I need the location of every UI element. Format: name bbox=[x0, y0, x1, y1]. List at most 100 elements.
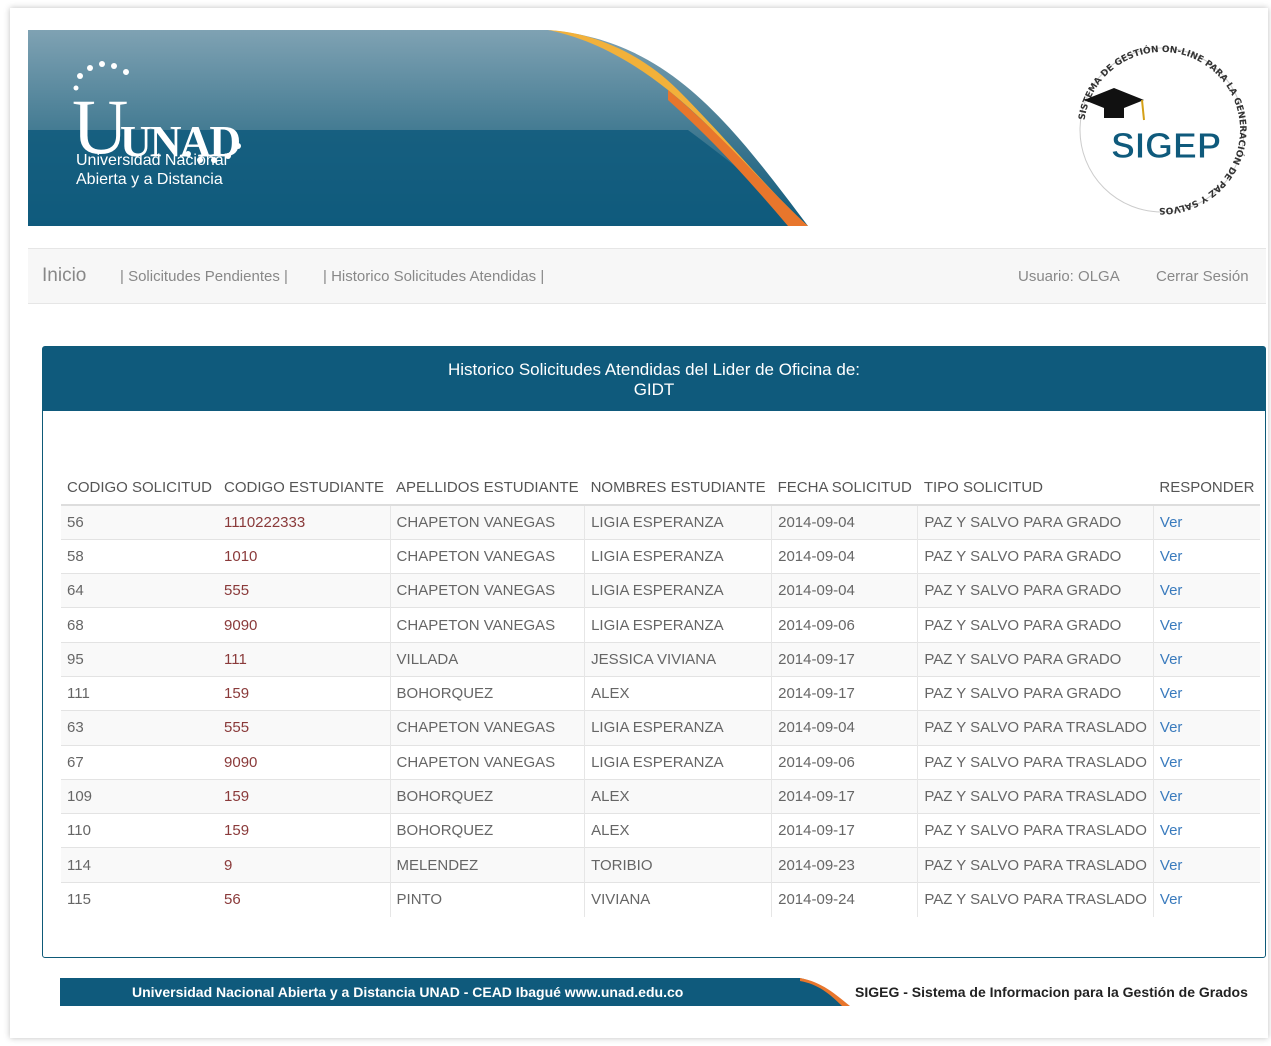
footer-right-text: SIGEG - Sistema de Informacion para la G… bbox=[855, 980, 1248, 1004]
cell-nombres: ALEX bbox=[584, 675, 772, 711]
main-nav: Inicio | Solicitudes Pendientes | | Hist… bbox=[28, 248, 1266, 304]
cell-codigo-solicitud: 111 bbox=[61, 675, 219, 711]
cell-responder[interactable]: Ver bbox=[1152, 813, 1261, 848]
cell-codigo-solicitud: 58 bbox=[61, 538, 219, 574]
cell-nombres: LIGIA ESPERANZA bbox=[584, 504, 772, 540]
cell-fecha: 2014-09-17 bbox=[771, 641, 918, 677]
panel-header: Historico Solicitudes Atendidas del Lide… bbox=[43, 347, 1265, 411]
header-codigo-solicitud: CODIGO SOLICITUD bbox=[61, 471, 219, 506]
cell-nombres: ALEX bbox=[584, 778, 772, 814]
cell-apellidos: CHAPETON VANEGAS bbox=[389, 538, 585, 574]
cell-fecha: 2014-09-24 bbox=[771, 881, 918, 917]
header-fecha: FECHA SOLICITUD bbox=[771, 471, 918, 506]
page-frame: U UNAD Universidad Nacional Abierta y a … bbox=[10, 8, 1268, 1038]
cell-nombres: VIVIANA bbox=[584, 881, 772, 917]
cell-codigo-estudiante: 56 bbox=[218, 881, 391, 917]
cell-codigo-solicitud: 68 bbox=[61, 607, 219, 643]
table-row: 111 159 BOHORQUEZ ALEX 2014-09-17 PAZ Y SALVO… bbox=[61, 675, 1261, 711]
table-row: 115 56 PINTO VIVIANA 2014-09-24 PAZ Y SALVO P… bbox=[61, 881, 1261, 917]
nav-pending-link[interactable]: | Solicitudes Pendientes | bbox=[120, 268, 288, 285]
cell-nombres: LIGIA ESPERANZA bbox=[584, 744, 772, 780]
cell-responder[interactable]: Ver bbox=[1152, 847, 1261, 883]
cell-tipo: PAZ Y SALVO PARA GRADO bbox=[917, 641, 1154, 677]
cell-nombres: LIGIA ESPERANZA bbox=[584, 710, 772, 746]
table-row: 109 159 BOHORQUEZ ALEX 2014-09-17 PAZ Y SALVO… bbox=[61, 778, 1261, 814]
header-tipo: TIPO SOLICITUD bbox=[917, 471, 1154, 506]
header-banner: U UNAD Universidad Nacional Abierta y a … bbox=[28, 30, 1266, 226]
cell-apellidos: CHAPETON VANEGAS bbox=[389, 607, 585, 643]
cell-apellidos: BOHORQUEZ bbox=[389, 675, 585, 711]
footer-right-bold: SIGEG bbox=[855, 984, 900, 1000]
cell-codigo-solicitud: 67 bbox=[61, 744, 219, 780]
cell-apellidos: CHAPETON VANEGAS bbox=[389, 710, 585, 746]
table-header-row: CODIGO SOLICITUD CODIGO ESTUDIANTE APELL… bbox=[61, 471, 1261, 506]
cell-codigo-solicitud: 95 bbox=[61, 641, 219, 677]
cell-responder[interactable]: Ver bbox=[1152, 710, 1261, 746]
cell-responder[interactable]: Ver bbox=[1152, 504, 1261, 540]
cell-responder[interactable]: Ver bbox=[1152, 744, 1261, 780]
cell-tipo: PAZ Y SALVO PARA GRADO bbox=[917, 607, 1154, 643]
cell-tipo: PAZ Y SALVO PARA TRASLADO bbox=[917, 881, 1154, 917]
cell-codigo-estudiante: 9090 bbox=[218, 607, 391, 643]
cell-tipo: PAZ Y SALVO PARA TRASLADO bbox=[917, 813, 1154, 848]
cell-fecha: 2014-09-04 bbox=[771, 538, 918, 574]
cell-tipo: PAZ Y SALVO PARA TRASLADO bbox=[917, 778, 1154, 814]
page-footer: Universidad Nacional Abierta y a Distanc… bbox=[60, 978, 1266, 1006]
cell-responder[interactable]: Ver bbox=[1152, 881, 1261, 917]
table-row: 58 1010 CHAPETON VANEGAS LIGIA ESPERANZA 201… bbox=[61, 538, 1261, 574]
cell-apellidos: BOHORQUEZ bbox=[389, 778, 585, 814]
cell-fecha: 2014-09-04 bbox=[771, 710, 918, 746]
requests-table: CODIGO SOLICITUD CODIGO ESTUDIANTE APELL… bbox=[61, 471, 1261, 917]
header-codigo-estudiante: CODIGO ESTUDIANTE bbox=[218, 471, 391, 506]
cell-codigo-estudiante: 159 bbox=[218, 778, 391, 814]
cell-fecha: 2014-09-06 bbox=[771, 744, 918, 780]
nav-logout-link[interactable]: Cerrar Sesión bbox=[1156, 268, 1249, 285]
table-row: 56 1110222333 CHAPETON VANEGAS LIGIA ESPERA… bbox=[61, 504, 1261, 540]
cell-fecha: 2014-09-04 bbox=[771, 573, 918, 608]
cell-fecha: 2014-09-23 bbox=[771, 847, 918, 883]
cell-tipo: PAZ Y SALVO PARA GRADO bbox=[917, 538, 1154, 574]
cell-nombres: LIGIA ESPERANZA bbox=[584, 538, 772, 574]
table-row: 67 9090 CHAPETON VANEGAS LIGIA ESPERANZA 201… bbox=[61, 744, 1261, 780]
cell-responder[interactable]: Ver bbox=[1152, 573, 1261, 608]
panel-office: GIDT bbox=[633, 380, 675, 399]
table-row: 68 9090 CHAPETON VANEGAS LIGIA ESPERANZA 201… bbox=[61, 607, 1261, 643]
footer-right-rest: - Sistema de Informacion para la Gestión… bbox=[899, 984, 1248, 1000]
cell-tipo: PAZ Y SALVO PARA GRADO bbox=[917, 573, 1154, 608]
cell-tipo: PAZ Y SALVO PARA TRASLADO bbox=[917, 710, 1154, 746]
nav-history-link[interactable]: | Historico Solicitudes Atendidas | bbox=[323, 268, 544, 285]
cell-codigo-solicitud: 109 bbox=[61, 778, 219, 814]
table-row: 64 555 CHAPETON VANEGAS LIGIA ESPERANZA 2014… bbox=[61, 573, 1261, 608]
cell-codigo-estudiante: 9 bbox=[218, 847, 391, 883]
cell-apellidos: PINTO bbox=[389, 881, 585, 917]
cell-tipo: PAZ Y SALVO PARA TRASLADO bbox=[917, 847, 1154, 883]
cell-codigo-estudiante: 159 bbox=[218, 675, 391, 711]
cell-apellidos: CHAPETON VANEGAS bbox=[389, 504, 585, 540]
cell-apellidos: CHAPETON VANEGAS bbox=[389, 573, 585, 608]
cell-responder[interactable]: Ver bbox=[1152, 675, 1261, 711]
cell-tipo: PAZ Y SALVO PARA TRASLADO bbox=[917, 744, 1154, 780]
table-row: 95 111 VILLADA JESSICA VIVIANA 2014-09-17 PAZ… bbox=[61, 641, 1261, 677]
cell-codigo-estudiante: 555 bbox=[218, 710, 391, 746]
seal-title: SIGEP bbox=[1111, 125, 1221, 166]
cell-fecha: 2014-09-17 bbox=[771, 813, 918, 848]
logo-subtitle-1: Universidad Nacional bbox=[76, 152, 228, 169]
header-responder: RESPONDER bbox=[1153, 471, 1261, 506]
table-row: 114 9 MELENDEZ TORIBIO 2014-09-23 PAZ Y SALVO… bbox=[61, 847, 1261, 883]
cell-apellidos: CHAPETON VANEGAS bbox=[389, 744, 585, 780]
nav-home-link[interactable]: Inicio bbox=[42, 265, 86, 287]
cell-codigo-estudiante: 1010 bbox=[218, 538, 391, 574]
cell-responder[interactable]: Ver bbox=[1152, 607, 1261, 643]
header-apellidos: APELLIDOS ESTUDIANTE bbox=[390, 471, 585, 506]
panel-title: Historico Solicitudes Atendidas del Lide… bbox=[447, 360, 860, 379]
cell-responder[interactable]: Ver bbox=[1152, 778, 1261, 814]
cell-tipo: PAZ Y SALVO PARA GRADO bbox=[917, 675, 1154, 711]
table-body: 56 1110222333 CHAPETON VANEGAS LIGIA ESPERA… bbox=[61, 504, 1261, 917]
cell-codigo-estudiante: 9090 bbox=[218, 744, 391, 780]
cell-fecha: 2014-09-17 bbox=[771, 778, 918, 814]
cell-apellidos: VILLADA bbox=[389, 641, 585, 677]
cell-responder[interactable]: Ver bbox=[1152, 538, 1261, 574]
cell-responder[interactable]: Ver bbox=[1152, 641, 1261, 677]
cell-codigo-solicitud: 64 bbox=[61, 573, 219, 608]
cell-codigo-solicitud: 114 bbox=[61, 847, 219, 883]
